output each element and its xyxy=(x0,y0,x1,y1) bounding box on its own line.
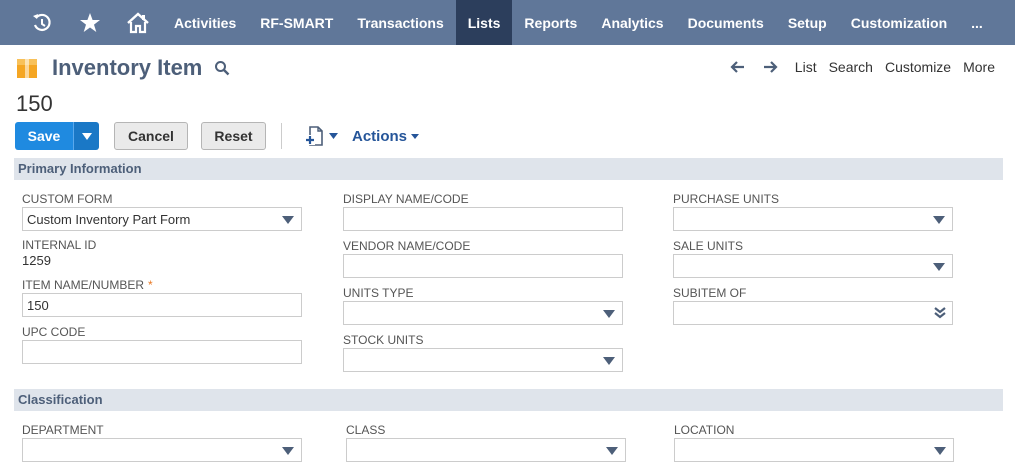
nav-lists[interactable]: Lists xyxy=(455,0,513,45)
nav-more-button[interactable]: ... xyxy=(959,0,995,45)
upc-code-input[interactable] xyxy=(22,340,302,364)
location-label: LOCATION xyxy=(674,423,735,437)
chevron-down-icon xyxy=(329,133,338,139)
arrow-left-icon[interactable] xyxy=(729,59,745,75)
nav-rf-smart[interactable]: RF-SMART xyxy=(248,0,345,45)
chevron-down-icon xyxy=(933,263,945,271)
nav-setup[interactable]: Setup xyxy=(776,0,839,45)
actions-label: Actions xyxy=(352,127,408,145)
save-button-group: Save xyxy=(15,122,99,150)
class-label: CLASS xyxy=(346,423,386,437)
stock-units-select[interactable] xyxy=(343,348,623,372)
section-header-primary[interactable]: Primary Information xyxy=(14,158,1003,180)
sale-units-select[interactable] xyxy=(673,254,953,278)
stock-units-label: STOCK UNITS xyxy=(343,333,424,347)
custom-form-label: CUSTOM FORM xyxy=(22,192,113,206)
class-select[interactable] xyxy=(346,438,626,462)
item-name-label: ITEM NAME/NUMBER * xyxy=(22,278,153,292)
chevron-down-icon xyxy=(81,132,92,140)
inventory-item-icon xyxy=(17,59,37,78)
nav-activities[interactable]: Activities xyxy=(162,0,248,45)
chevron-down-icon xyxy=(933,216,945,224)
cancel-button[interactable]: Cancel xyxy=(114,122,188,150)
chevron-down-icon xyxy=(606,447,618,455)
item-name-input[interactable]: 150 xyxy=(22,293,302,317)
record-navigation: List Search Customize More xyxy=(729,59,995,75)
subitem-of-label: SUBITEM OF xyxy=(673,286,747,300)
custom-form-value: Custom Inventory Part Form xyxy=(27,212,191,227)
sale-units-label: SALE UNITS xyxy=(673,239,744,253)
purchase-units-select[interactable] xyxy=(673,207,953,231)
section-header-classification[interactable]: Classification xyxy=(14,389,1003,411)
nav-reports[interactable]: Reports xyxy=(512,0,589,45)
required-asterisk: * xyxy=(148,278,153,292)
list-link[interactable]: List xyxy=(795,59,817,75)
chevron-down-icon xyxy=(934,447,946,455)
button-bar: Save Cancel Reset Actions xyxy=(15,122,420,150)
department-select[interactable] xyxy=(22,438,302,462)
reset-button[interactable]: Reset xyxy=(201,122,266,150)
upc-code-label: UPC CODE xyxy=(22,325,86,339)
vendor-name-label: VENDOR NAME/CODE xyxy=(343,239,471,253)
search-link[interactable]: Search xyxy=(829,59,873,75)
nav-customization[interactable]: Customization xyxy=(839,0,959,45)
home-button[interactable] xyxy=(114,0,162,45)
display-name-input[interactable] xyxy=(343,207,623,231)
item-name-value: 150 xyxy=(27,298,49,313)
units-type-select[interactable] xyxy=(343,301,623,325)
chevron-down-icon xyxy=(282,216,294,224)
chevron-down-icon xyxy=(411,133,420,139)
save-button[interactable]: Save xyxy=(15,122,73,150)
chevron-down-icon xyxy=(603,310,615,318)
nav-analytics[interactable]: Analytics xyxy=(589,0,675,45)
toolbar-divider xyxy=(281,123,282,149)
purchase-units-label: PURCHASE UNITS xyxy=(673,192,780,206)
new-record-icon xyxy=(305,126,323,146)
recent-records-button[interactable] xyxy=(18,0,66,45)
top-nav: Activities RF-SMART Transactions Lists R… xyxy=(0,0,1015,45)
more-link[interactable]: More xyxy=(963,59,995,75)
save-dropdown-button[interactable] xyxy=(73,122,99,150)
units-type-label: UNITS TYPE xyxy=(343,286,414,300)
arrow-right-icon[interactable] xyxy=(763,59,779,75)
page-header: Inventory Item xyxy=(16,55,230,81)
new-record-button[interactable] xyxy=(304,125,338,147)
vendor-name-input[interactable] xyxy=(343,254,623,278)
subitem-of-select[interactable] xyxy=(673,301,953,325)
star-icon xyxy=(80,12,100,32)
item-name-label-text: ITEM NAME/NUMBER xyxy=(22,278,145,292)
page-title: Inventory Item xyxy=(52,55,203,80)
history-icon xyxy=(33,13,51,31)
custom-form-select[interactable]: Custom Inventory Part Form xyxy=(22,207,302,231)
department-label: DEPARTMENT xyxy=(22,423,104,437)
record-number: 150 xyxy=(16,91,53,116)
nav-documents[interactable]: Documents xyxy=(676,0,776,45)
internal-id-label: INTERNAL ID xyxy=(22,238,97,252)
search-icon[interactable] xyxy=(214,60,230,76)
location-select[interactable] xyxy=(674,438,954,462)
chevron-down-icon xyxy=(282,447,294,455)
display-name-label: DISPLAY NAME/CODE xyxy=(343,192,469,206)
actions-menu[interactable]: Actions xyxy=(352,127,420,145)
favorites-button[interactable] xyxy=(66,0,114,45)
internal-id-value: 1259 xyxy=(22,253,51,268)
home-icon xyxy=(127,11,149,33)
double-chevron-down-icon xyxy=(934,307,946,319)
chevron-down-icon xyxy=(603,357,615,365)
nav-transactions[interactable]: Transactions xyxy=(345,0,455,45)
customize-link[interactable]: Customize xyxy=(885,59,951,75)
